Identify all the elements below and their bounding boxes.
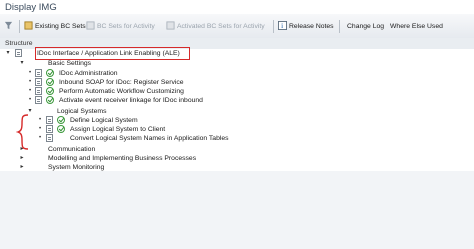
bullet-icon: • — [38, 117, 42, 123]
tree-row-system-monitoring[interactable]: ▸ System Monitoring — [0, 163, 474, 172]
title-bar: Display IMG — [0, 0, 474, 14]
tree-row-root[interactable]: ▾ IDoc Interface / Application Link Enab… — [0, 47, 474, 60]
caret-right-icon[interactable]: ▸ — [19, 163, 25, 172]
toolbar-separator — [339, 20, 340, 33]
tree-row-modelling[interactable]: ▸ Modelling and Implementing Business Pr… — [0, 154, 474, 163]
img-tree: ▾ IDoc Interface / Application Link Enab… — [0, 47, 474, 172]
tree-node-label: Inbound SOAP for IDoc: Register Service — [59, 79, 184, 86]
tree-node-label: Communication — [48, 146, 96, 153]
tree-node-label: Define Logical System — [70, 117, 138, 124]
tree-row-activity[interactable]: • Inbound SOAP for IDoc: Register Servic… — [0, 78, 474, 87]
structure-label: Structure — [5, 40, 33, 47]
caret-down-icon[interactable]: ▾ — [5, 49, 11, 58]
change-log-label: Change Log — [347, 23, 385, 30]
execute-check-icon[interactable] — [46, 69, 54, 77]
bullet-icon: • — [28, 79, 32, 85]
tree-node-label: System Monitoring — [48, 164, 105, 171]
bullet-icon: • — [28, 70, 32, 76]
tree-node-label: Basic Settings — [48, 60, 92, 67]
tree-row-communication[interactable]: ▸ Communication — [0, 145, 474, 154]
caret-right-icon[interactable]: ▸ — [19, 154, 25, 163]
release-notes-button[interactable]: i Release Notes — [278, 20, 334, 32]
toolbar-separator — [273, 20, 274, 33]
document-icon[interactable] — [35, 96, 42, 104]
annotation-bracket — [16, 114, 29, 150]
bullet-icon: • — [38, 126, 42, 132]
execute-check-icon[interactable] — [57, 125, 65, 133]
bullet-icon: • — [28, 97, 32, 103]
bc-set-icon — [166, 21, 175, 30]
document-icon[interactable] — [35, 87, 42, 95]
caret-down-icon[interactable]: ▾ — [19, 59, 25, 68]
tree-node-label: Modelling and Implementing Business Proc… — [48, 155, 197, 162]
tree-node-label: IDoc Interface / Application Link Enabli… — [37, 50, 180, 57]
svg-text:i: i — [281, 22, 283, 30]
bc-sets-for-activity-label: BC Sets for Activity — [97, 23, 155, 30]
change-log-button[interactable]: Change Log — [347, 21, 384, 32]
tree-node-label: Activate event receiver linkage for IDoc… — [59, 97, 203, 104]
execute-check-icon[interactable] — [46, 96, 54, 104]
execute-check-icon[interactable] — [46, 87, 54, 95]
document-icon — [15, 49, 22, 57]
activated-bc-sets-button[interactable]: Activated BC Sets for Activity — [166, 21, 265, 32]
document-icon[interactable] — [35, 78, 42, 86]
existing-bc-sets-button[interactable]: Existing BC Sets — [24, 21, 86, 32]
tree-node-label: Convert Logical System Names in Applicat… — [70, 135, 229, 142]
document-icon[interactable] — [46, 134, 53, 142]
bullet-icon: • — [28, 88, 32, 94]
release-notes-label: Release Notes — [289, 23, 334, 30]
toolbar-separator — [19, 20, 20, 33]
tree-row-basic-settings[interactable]: ▾ Basic Settings — [0, 59, 474, 68]
tree-node-label: IDoc Administration — [59, 70, 118, 77]
bc-sets-for-activity-button[interactable]: BC Sets for Activity — [86, 21, 155, 32]
execute-check-icon[interactable] — [46, 78, 54, 86]
tree-node-label: Assign Logical System to Client — [70, 126, 166, 133]
tree-node-label: Logical Systems — [57, 108, 107, 115]
info-icon: i — [278, 20, 287, 30]
tree-row-activity[interactable]: • Assign Logical System to Client — [0, 125, 474, 134]
where-else-used-label: Where Else Used — [390, 23, 443, 30]
document-icon[interactable] — [46, 116, 53, 124]
bc-set-icon — [24, 21, 33, 30]
existing-bc-sets-label: Existing BC Sets — [35, 23, 86, 30]
tree-row-activity[interactable]: • IDoc Administration — [0, 69, 474, 78]
tree-node-label: Perform Automatic Workflow Customizing — [59, 88, 184, 95]
tree-row-logical-systems[interactable]: ▾ Logical Systems — [0, 107, 474, 116]
filter-icon[interactable] — [4, 21, 15, 32]
document-icon[interactable] — [35, 69, 42, 77]
page-title: Display IMG — [5, 2, 57, 13]
tree-row-activity[interactable]: • Define Logical System — [0, 116, 474, 125]
bullet-icon: • — [38, 135, 42, 141]
tree-row-activity[interactable]: • Convert Logical System Names in Applic… — [0, 134, 474, 143]
where-else-used-button[interactable]: Where Else Used — [390, 21, 443, 32]
activated-bc-sets-label: Activated BC Sets for Activity — [177, 23, 265, 30]
tree-row-activity[interactable]: • Perform Automatic Workflow Customizing — [0, 87, 474, 96]
bc-set-icon — [86, 21, 95, 30]
document-icon[interactable] — [46, 125, 53, 133]
toolbar: Existing BC Sets BC Sets for Activity Ac… — [0, 14, 474, 39]
execute-check-icon[interactable] — [57, 116, 65, 124]
tree-row-activity[interactable]: • Activate event receiver linkage for ID… — [0, 96, 474, 105]
